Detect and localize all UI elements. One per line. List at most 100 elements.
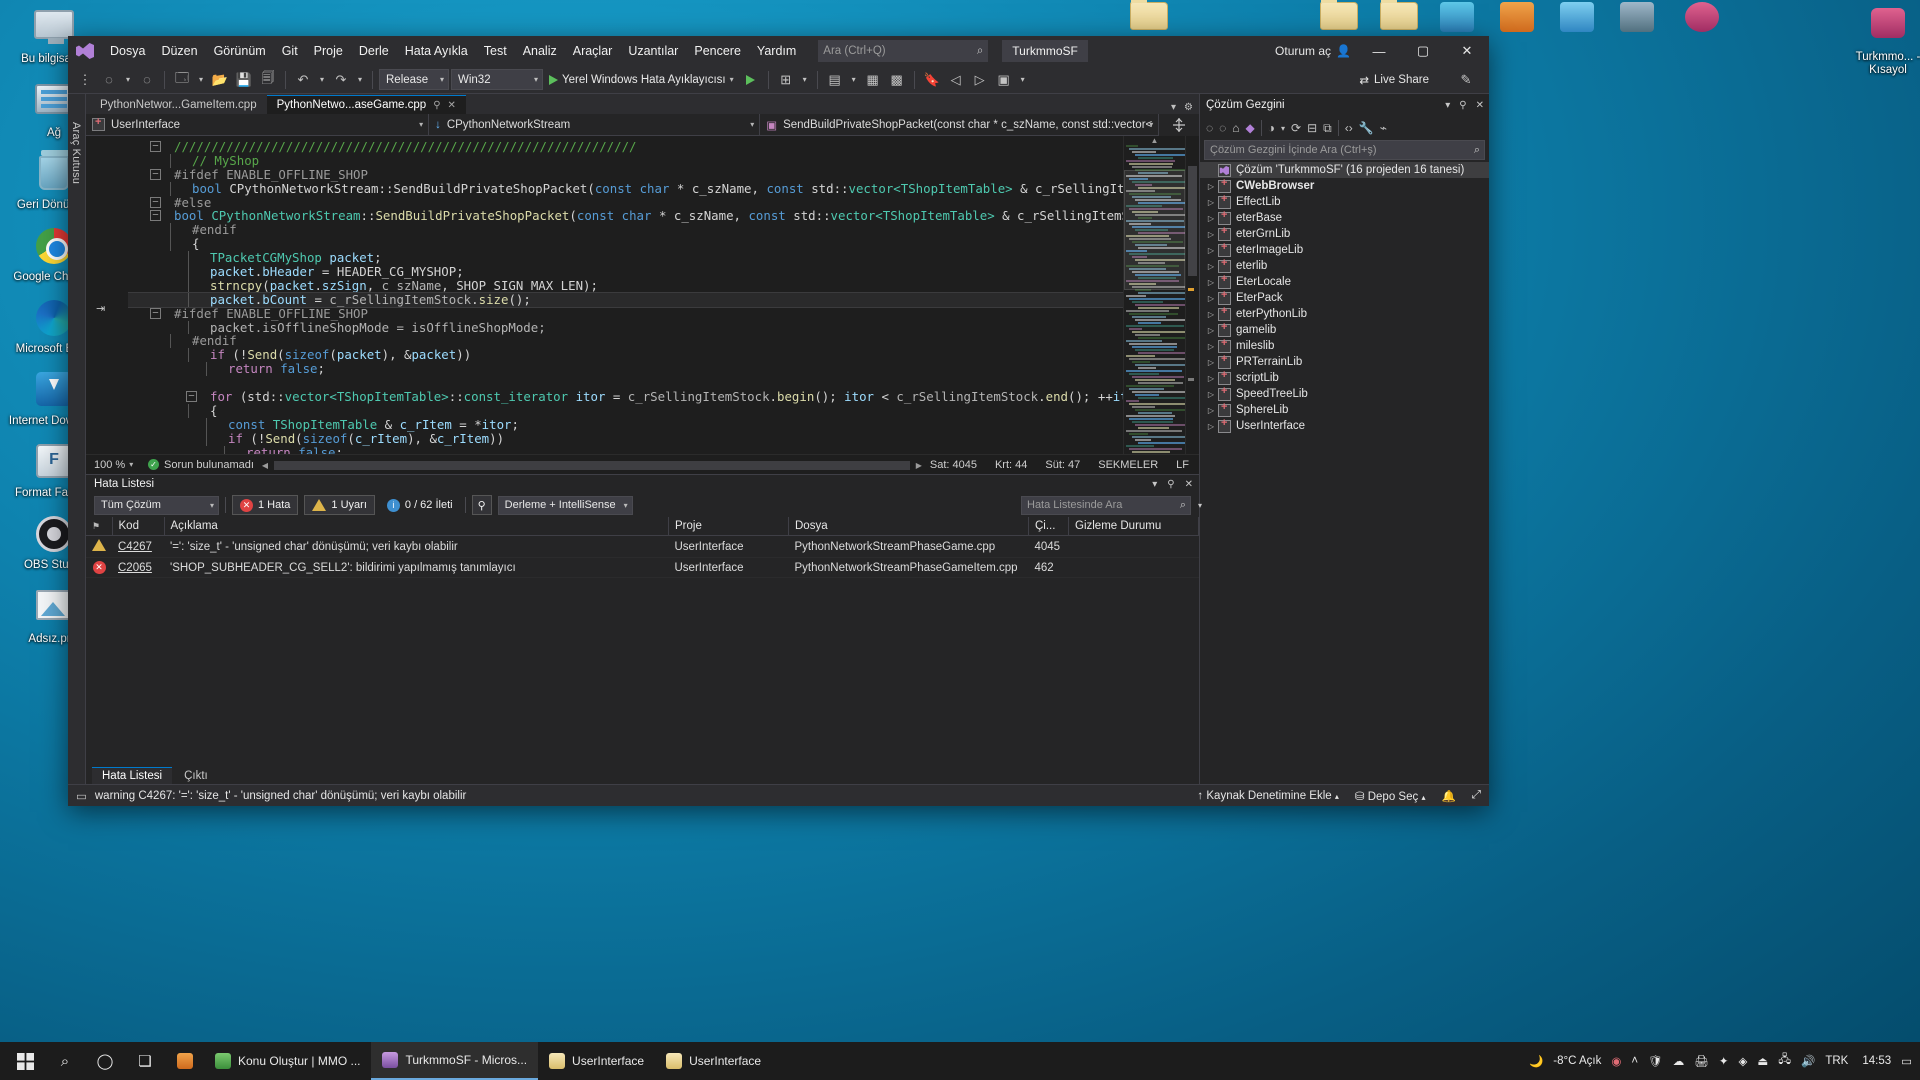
solution-project-node[interactable]: ▷EterLocale — [1200, 274, 1489, 290]
expand-arrow-icon[interactable]: ▷ — [1204, 310, 1218, 319]
taskbar-clock[interactable]: 14:53 — [1858, 1055, 1891, 1067]
menu-item-araclar[interactable]: Araçlar — [565, 40, 621, 62]
solution-project-node[interactable]: ▷gamelib — [1200, 322, 1489, 338]
filter-errors-button[interactable]: ✕ 1 Hata — [232, 495, 298, 515]
weather-label[interactable]: -8°C Açık — [1553, 1055, 1601, 1067]
expand-arrow-icon[interactable]: ▷ — [1204, 230, 1218, 239]
desktop-icon-turkmmo-shortcut[interactable]: Turkmmo... - Kısayol — [1840, 2, 1920, 81]
scroll-right-icon[interactable]: ▶ — [916, 461, 922, 470]
next-bookmark-icon[interactable]: ▷ — [969, 69, 991, 91]
navbar-member-combo[interactable]: ▣ SendBuildPrivateShopPacket(const char … — [760, 114, 1159, 136]
folder-icon[interactable] — [1130, 2, 1170, 36]
menu-item-git[interactable]: Git — [274, 40, 306, 62]
solution-project-node[interactable]: ▷SpeedTreeLib — [1200, 386, 1489, 402]
expand-arrow-icon[interactable]: ▷ — [1204, 326, 1218, 335]
navbar-project-combo[interactable]: UserInterface ▾ — [86, 114, 429, 136]
attach-dropdown-icon[interactable]: ▾ — [799, 69, 811, 91]
expand-arrow-icon[interactable]: ▷ — [1204, 198, 1218, 207]
pin-icon[interactable]: ⚲ — [1459, 100, 1466, 111]
expand-arrow-icon[interactable]: ▷ — [1204, 342, 1218, 351]
app-tile-icon[interactable] — [1620, 2, 1660, 36]
preview-icon[interactable]: ⌁ — [1380, 121, 1387, 135]
menu-item-hata-ayikla[interactable]: Hata Ayıkla — [397, 40, 476, 62]
error-col-severity[interactable]: ⚑ — [86, 517, 112, 536]
new-project-dropdown-icon[interactable]: ▾ — [195, 69, 207, 91]
search-button[interactable]: ⌕ — [46, 1042, 84, 1080]
indent-icon[interactable]: ▦ — [862, 69, 884, 91]
add-to-source-control-button[interactable]: ↑ Kaynak Denetimine Ekle ▴ — [1197, 790, 1338, 802]
solution-explorer-search-input[interactable]: Çözüm Gezgini İçinde Ara (Ctrl+ş) ⌕ — [1204, 140, 1485, 160]
open-file-icon[interactable]: 📂 — [209, 69, 231, 91]
navigate-backward-icon[interactable]: ◌ — [98, 69, 120, 91]
refresh-icon[interactable]: ⟳ — [1291, 121, 1301, 135]
solution-project-node[interactable]: ▷PRTerrainLib — [1200, 354, 1489, 370]
toggle-bookmark-icon[interactable]: 🔖 — [921, 69, 943, 91]
solution-project-node[interactable]: ▷scriptLib — [1200, 370, 1489, 386]
taskbar-app-button[interactable]: UserInterface — [538, 1042, 655, 1080]
solution-project-node[interactable]: ▷SphereLib — [1200, 402, 1489, 418]
tab-list-dropdown-icon[interactable]: ▾ — [1171, 102, 1176, 113]
solution-project-node[interactable]: ▷mileslib — [1200, 338, 1489, 354]
tray-expand-icon[interactable]: ˄ — [1631, 1055, 1638, 1067]
expand-arrow-icon[interactable]: ▷ — [1204, 262, 1218, 271]
fold-toggle-icon[interactable]: – — [150, 308, 161, 319]
start-debugging-button[interactable]: Yerel Windows Hata Ayıklayıcısı ▾ — [545, 74, 738, 86]
app-tile-icon[interactable] — [1440, 2, 1480, 36]
comment-selection-icon[interactable]: ▤ — [824, 69, 846, 91]
solution-root-node[interactable]: Çözüm 'TurkmmoSF' (16 projeden 16 tanesi… — [1200, 162, 1489, 178]
editor-settings-gear-icon[interactable]: ⚙ — [1184, 102, 1193, 113]
solution-project-node[interactable]: ▷eterlib — [1200, 258, 1489, 274]
error-code-cell[interactable]: C2065 — [112, 558, 164, 578]
menu-item-test[interactable]: Test — [476, 40, 515, 62]
expand-arrow-icon[interactable]: ▷ — [1204, 374, 1218, 383]
solution-project-node[interactable]: ▷eterBase — [1200, 210, 1489, 226]
expand-arrow-icon[interactable]: ▷ — [1204, 182, 1218, 191]
uncomment-selection-icon[interactable]: ▾ — [848, 69, 860, 91]
menu-item-yardim[interactable]: Yardım — [749, 40, 804, 62]
close-icon[interactable]: ✕ — [448, 100, 456, 111]
minimap-scroll-up-icon[interactable]: ▲ — [1124, 136, 1185, 145]
expand-arrow-icon[interactable]: ▷ — [1204, 358, 1218, 367]
tray-printer-icon[interactable]: 🖨 — [1694, 1054, 1709, 1068]
error-col-suppression[interactable]: Gizleme Durumu — [1069, 517, 1199, 536]
menu-item-duzen[interactable]: Düzen — [153, 40, 205, 62]
home-icon[interactable]: ⌂ — [1232, 121, 1239, 135]
solution-project-node[interactable]: ▷EffectLib — [1200, 194, 1489, 210]
pin-icon[interactable]: ⚲ — [433, 100, 440, 111]
tray-nvidia-icon[interactable]: ◈ — [1738, 1054, 1747, 1068]
solution-project-node[interactable]: ▷EterPack — [1200, 290, 1489, 306]
error-code-cell[interactable]: C4267 — [112, 536, 164, 558]
filter-toggle-button[interactable]: ⚲ — [472, 495, 492, 515]
editor-minimap[interactable]: ▲ — [1123, 136, 1185, 454]
start-button[interactable] — [6, 1042, 44, 1080]
toolbar-options-icon[interactable]: ▾ — [1017, 69, 1029, 91]
close-icon[interactable]: ✕ — [1476, 100, 1484, 111]
minimize-button[interactable]: — — [1357, 36, 1401, 66]
editor-vertical-scrollbar[interactable] — [1185, 136, 1199, 454]
navigate-backward-dropdown-icon[interactable]: ▾ — [122, 69, 134, 91]
app-tile-icon[interactable] — [1500, 2, 1540, 36]
tray-security-icon[interactable]: 🛡 — [1648, 1054, 1663, 1068]
live-share-button[interactable]: ⇄ Live Share — [1359, 73, 1429, 87]
solution-project-node[interactable]: ▷eterImageLib — [1200, 242, 1489, 258]
select-repository-button[interactable]: ⛁ Depo Seç ▴ — [1355, 789, 1426, 803]
app-tile-icon[interactable] — [1685, 2, 1725, 36]
scrollbar-thumb[interactable] — [274, 461, 910, 470]
pin-icon[interactable]: ⚲ — [1167, 479, 1174, 490]
code-editor[interactable]: ⇥ –/////////////////////////////////////… — [86, 136, 1199, 454]
pinned-app-icon[interactable] — [166, 1042, 204, 1080]
error-scope-combo[interactable]: Tüm Çözüm ▾ — [94, 496, 219, 515]
table-row[interactable]: C4267'=': 'size_t' - 'unsigned char' dön… — [86, 536, 1199, 558]
close-button[interactable]: ✕ — [1445, 36, 1489, 66]
weather-icon[interactable]: 🌙 — [1529, 1054, 1543, 1068]
menu-item-derle[interactable]: Derle — [351, 40, 397, 62]
expand-arrow-icon[interactable]: ▷ — [1204, 214, 1218, 223]
editor-horizontal-scrollbar[interactable]: ◀ ▶ — [260, 459, 924, 471]
solution-project-node[interactable]: ▷eterGrnLib — [1200, 226, 1489, 242]
code-text-area[interactable]: –///////////////////////////////////////… — [128, 136, 1123, 454]
fold-toggle-icon[interactable]: – — [150, 141, 161, 152]
navbar-class-combo[interactable]: ↓ CPythonNetworkStream ▾ — [429, 114, 760, 136]
language-indicator[interactable]: TRK — [1825, 1055, 1848, 1067]
solution-platform-combo[interactable]: Win32 ▾ — [451, 69, 543, 90]
error-list-search-input[interactable]: Hata Listesinde Ara ⌕ ▾ — [1021, 496, 1191, 515]
